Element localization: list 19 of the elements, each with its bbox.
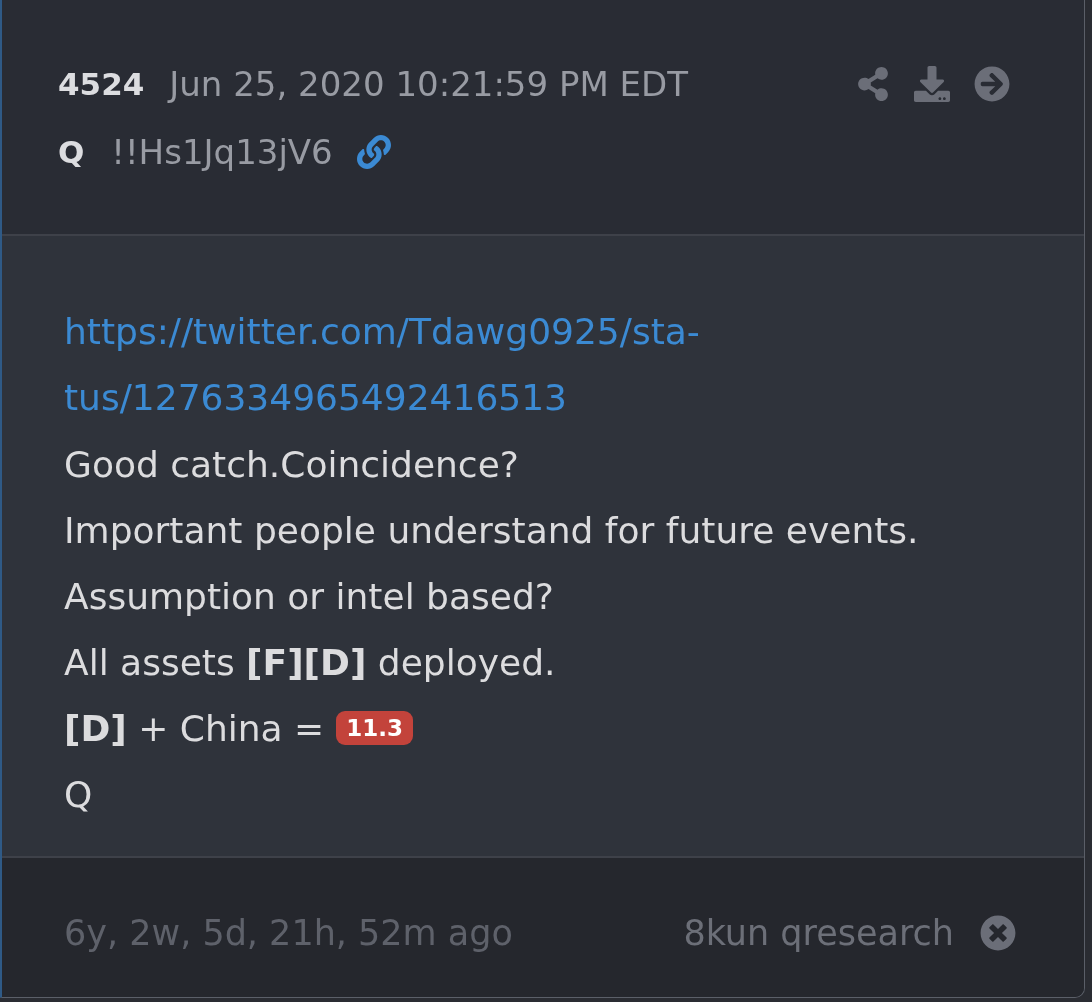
share-icon[interactable] (856, 67, 890, 101)
arrow-circle-icon[interactable] (974, 66, 1010, 102)
tripcode: !!Hs1Jq13jV6 (111, 132, 333, 172)
post-text-line: All assets [F][D] deployed. (64, 641, 556, 683)
download-icon[interactable] (914, 66, 950, 102)
post-text-line: [D] + China = (64, 707, 325, 749)
post-text-line: Good catch.Coincidence? (64, 443, 519, 485)
post-number: 4524 (58, 66, 145, 102)
author-name: Q (58, 134, 85, 170)
post-text-line: Important people understand for future events. (64, 509, 919, 551)
close-icon[interactable] (980, 914, 1016, 951)
number-badge: 11.3 (336, 711, 414, 745)
post-age: 6y, 2w, 5d, 21h, 52m ago (64, 912, 513, 953)
post-text-line: Assumption or intel based? (64, 575, 554, 617)
source-label: 8kun qresearch (683, 912, 954, 953)
link-icon[interactable] (356, 135, 391, 169)
tweet-link[interactable]: https://twitter.com/Tdawg0925/sta- tus/1276334965492416513 (64, 299, 700, 431)
post-text-line: Q (64, 773, 93, 815)
post-timestamp: Jun 25, 2020 10:21:59 PM EDT (169, 64, 688, 104)
